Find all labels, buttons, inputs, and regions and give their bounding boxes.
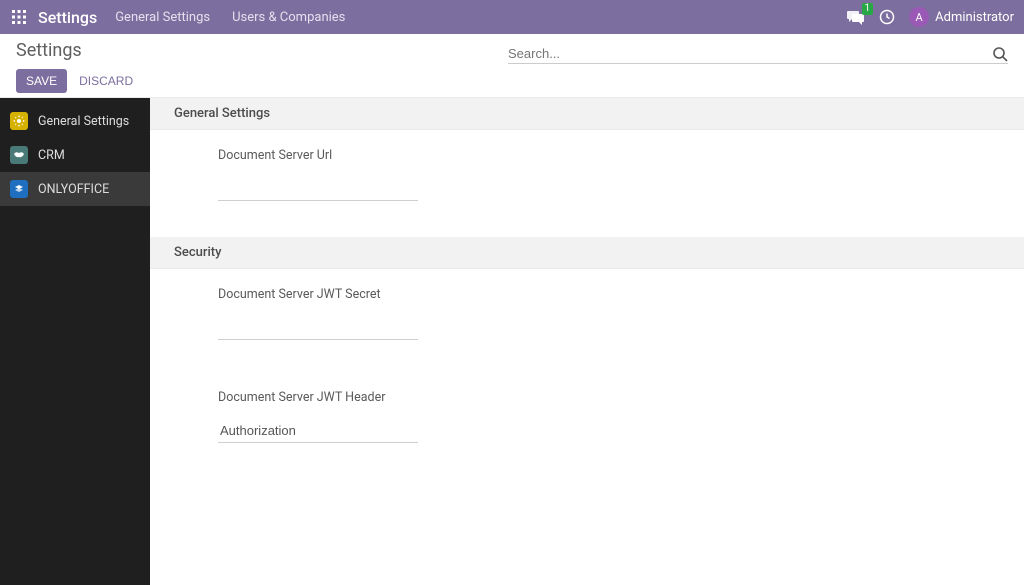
messages-badge: 1 bbox=[862, 3, 874, 15]
sidebar-item-label: CRM bbox=[38, 148, 65, 163]
field-label-doc-url: Document Server Url bbox=[218, 148, 458, 163]
avatar: A bbox=[909, 7, 929, 27]
nav-general-settings[interactable]: General Settings bbox=[115, 10, 210, 25]
sidebar-item-onlyoffice[interactable]: ONLYOFFICE bbox=[0, 172, 150, 206]
sidebar-item-label: General Settings bbox=[38, 114, 129, 129]
discard-button[interactable]: DISCARD bbox=[75, 69, 137, 93]
apps-grid-icon[interactable] bbox=[10, 8, 28, 26]
sidebar-item-general-settings[interactable]: General Settings bbox=[0, 104, 150, 138]
sidebar-item-crm[interactable]: CRM bbox=[0, 138, 150, 172]
sidebar-item-label: ONLYOFFICE bbox=[38, 182, 109, 197]
section-header-security: Security bbox=[150, 237, 1024, 269]
page-title: Settings bbox=[16, 40, 512, 61]
search-icon[interactable] bbox=[992, 46, 1008, 62]
nav-users-companies[interactable]: Users & Companies bbox=[232, 10, 345, 25]
messages-icon[interactable]: 1 bbox=[847, 9, 865, 25]
brand-title: Settings bbox=[38, 8, 97, 27]
section-header-general: General Settings bbox=[150, 98, 1024, 130]
field-label-jwt-header: Document Server JWT Header bbox=[218, 390, 458, 405]
handshake-icon bbox=[10, 146, 28, 164]
onlyoffice-icon bbox=[10, 180, 28, 198]
document-server-url-input[interactable] bbox=[218, 177, 418, 201]
activity-clock-icon[interactable] bbox=[879, 9, 895, 25]
gear-icon bbox=[10, 112, 28, 130]
save-button[interactable]: SAVE bbox=[16, 69, 67, 93]
field-label-jwt-secret: Document Server JWT Secret bbox=[218, 287, 458, 302]
document-server-jwt-header-input[interactable] bbox=[218, 419, 418, 443]
search-input[interactable] bbox=[508, 44, 992, 63]
user-menu[interactable]: A Administrator bbox=[909, 7, 1014, 27]
user-name: Administrator bbox=[935, 10, 1014, 25]
document-server-jwt-secret-input[interactable] bbox=[218, 316, 418, 340]
